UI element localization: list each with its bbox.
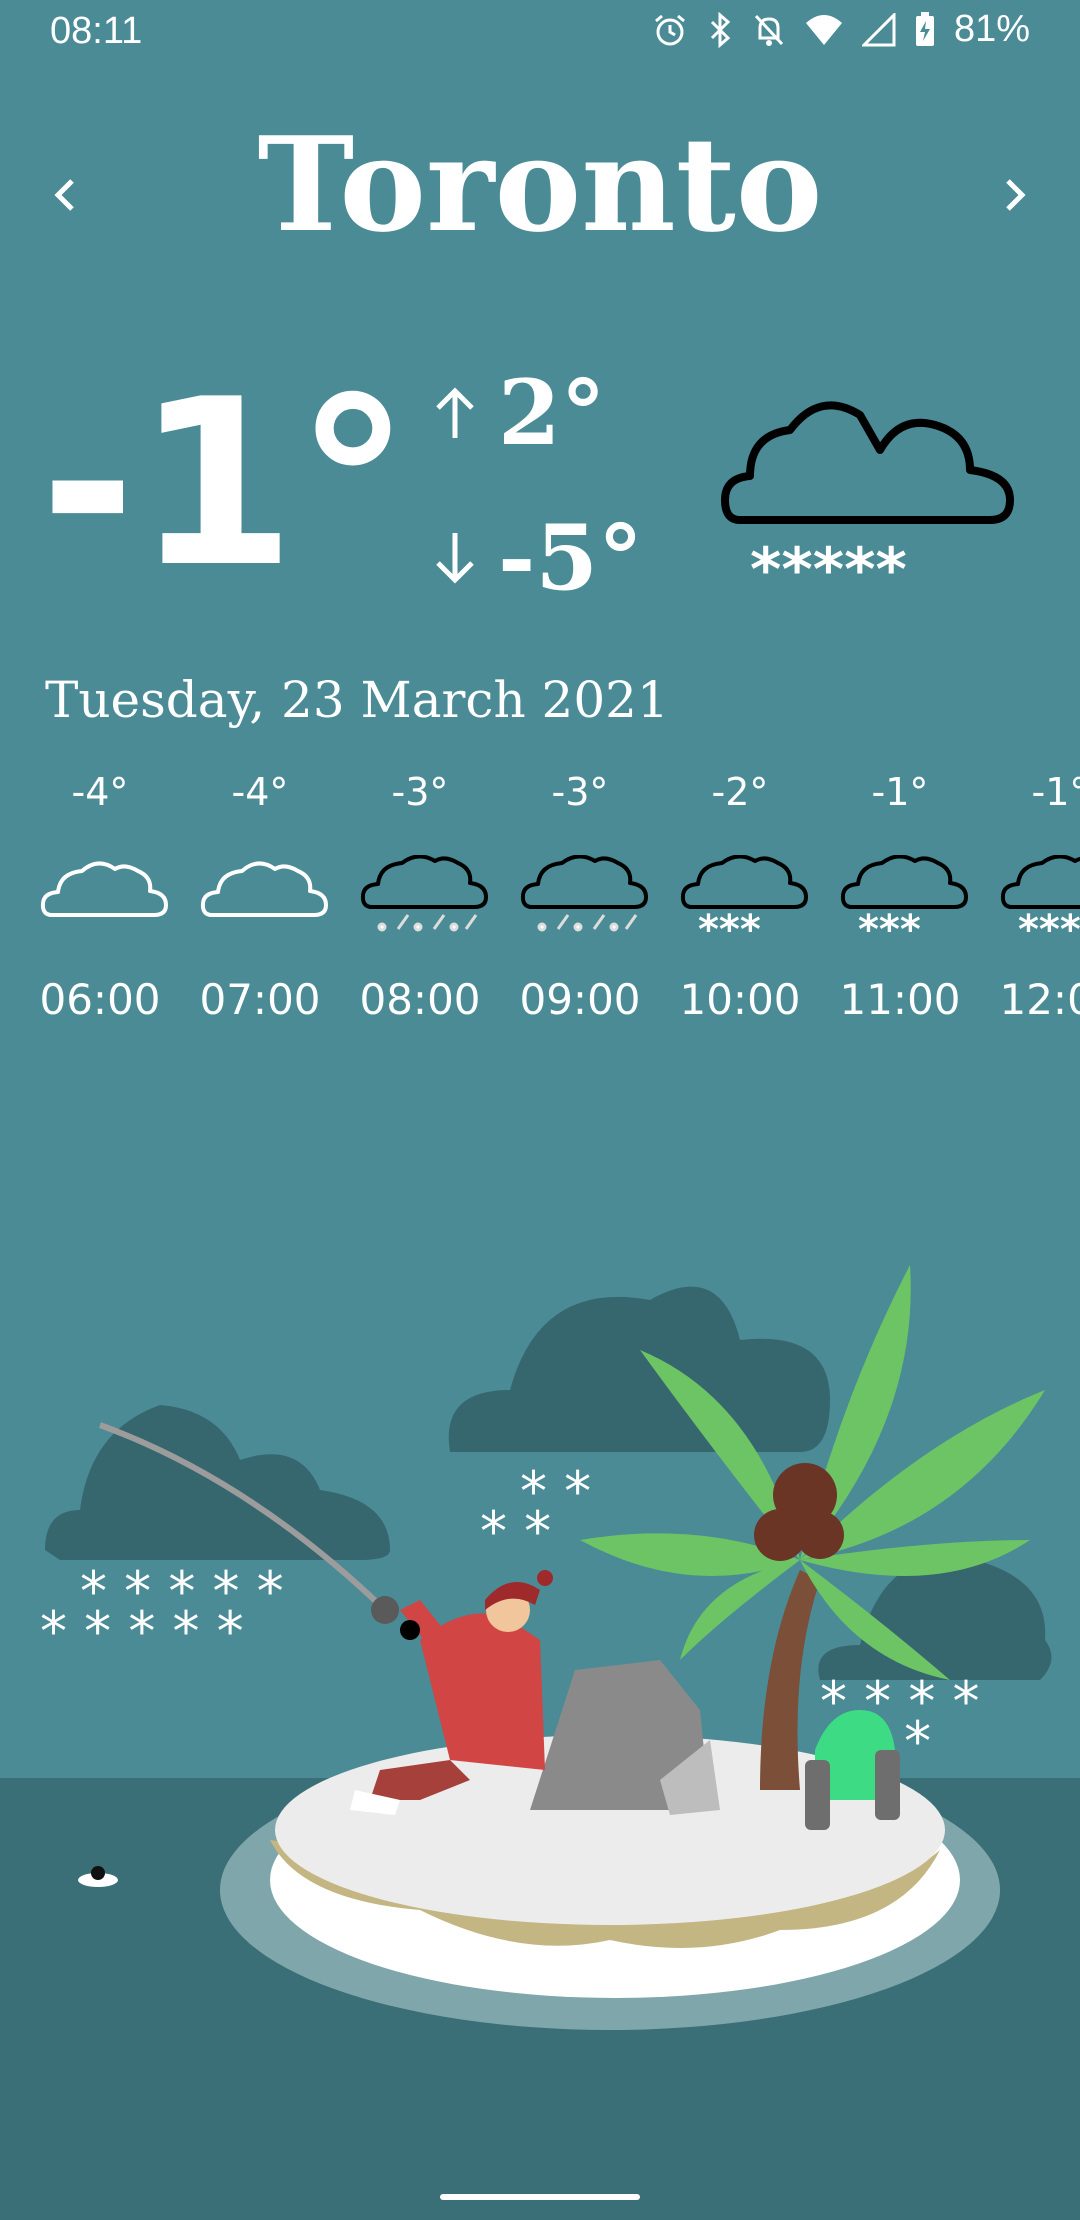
high-temperature-row: 2° xyxy=(430,360,606,466)
cloud-snow-icon: *** xyxy=(840,854,970,953)
svg-text:***: *** xyxy=(858,907,921,935)
signal-icon xyxy=(861,12,896,46)
city-title: Toronto xyxy=(257,108,823,261)
hourly-time: 08:00 xyxy=(359,975,481,1024)
low-temperature-row: -5° xyxy=(430,505,643,611)
cloud-sleet-icon xyxy=(360,854,490,939)
hourly-item: -3° 09:00 xyxy=(510,770,670,1040)
hourly-item: -3° 08:00 xyxy=(350,770,510,1040)
hourly-forecast[interactable]: -4° 06:00 -4° 07:00 -3° 08:00 -3° 09:00 -2° *** 10… xyxy=(30,770,1080,1040)
svg-text:*****: ***** xyxy=(750,535,907,590)
hourly-item: -1° *** 11:00 xyxy=(830,770,990,1040)
high-temperature: 2° xyxy=(498,360,606,466)
hourly-time: 06:00 xyxy=(39,975,161,1024)
hourly-time: 09:00 xyxy=(519,975,641,1024)
hourly-item: -2° *** 10:00 xyxy=(670,770,830,1040)
current-temperature: -1° xyxy=(40,351,411,618)
bluetooth-icon xyxy=(710,11,731,48)
chevron-right-icon xyxy=(1006,179,1026,211)
svg-text:* *: * * xyxy=(480,1500,551,1563)
alarm-icon xyxy=(654,14,685,45)
cloud-snow-icon: *** xyxy=(680,854,810,953)
battery-percentage: 81% xyxy=(953,8,1030,50)
hourly-item: -1° *** 12:00 xyxy=(990,770,1080,1040)
status-bar: 08:11 81% xyxy=(0,0,1080,70)
svg-text:***: *** xyxy=(1018,907,1080,935)
svg-text:***: *** xyxy=(698,907,761,935)
hourly-temperature: -3° xyxy=(391,770,449,814)
cloud-sleet-icon xyxy=(520,854,650,939)
wifi-icon xyxy=(805,14,842,45)
battery-charging-icon xyxy=(915,11,934,46)
cloud-icon xyxy=(200,855,330,939)
hourly-time: 07:00 xyxy=(199,975,321,1024)
arrow-up-icon xyxy=(436,387,474,438)
notifications-off-icon xyxy=(754,14,784,46)
svg-text:* * * * *: * * * * * xyxy=(40,1600,244,1663)
hourly-temperature: -4° xyxy=(231,770,289,814)
hourly-temperature: -1° xyxy=(871,770,929,814)
hourly-time: 10:00 xyxy=(679,975,801,1024)
island-illustration: * * * * * * * * * * * * * * * * * * * * xyxy=(0,1265,1080,2220)
cloud-snow-icon: *** xyxy=(1000,854,1080,953)
arrow-down-icon xyxy=(436,533,474,584)
cloud-snow-icon: ***** xyxy=(720,390,1020,605)
status-icons: 81% xyxy=(652,8,1030,51)
hourly-temperature: -4° xyxy=(71,770,129,814)
hourly-item: -4° 06:00 xyxy=(30,770,190,1040)
hourly-temperature: -3° xyxy=(551,770,609,814)
hourly-item: -4° 07:00 xyxy=(190,770,350,1040)
date-label: Tuesday, 23 March 2021 xyxy=(45,671,669,729)
next-city-button[interactable] xyxy=(980,160,1050,230)
cloud-icon xyxy=(40,855,170,939)
hourly-time: 11:00 xyxy=(839,975,961,1024)
home-indicator[interactable] xyxy=(440,2194,640,2200)
low-temperature: -5° xyxy=(498,505,643,611)
hourly-time: 12:00 xyxy=(999,975,1080,1024)
hourly-temperature: -2° xyxy=(711,770,769,814)
status-time: 08:11 xyxy=(50,10,143,52)
hourly-temperature: -1° xyxy=(1031,770,1080,814)
